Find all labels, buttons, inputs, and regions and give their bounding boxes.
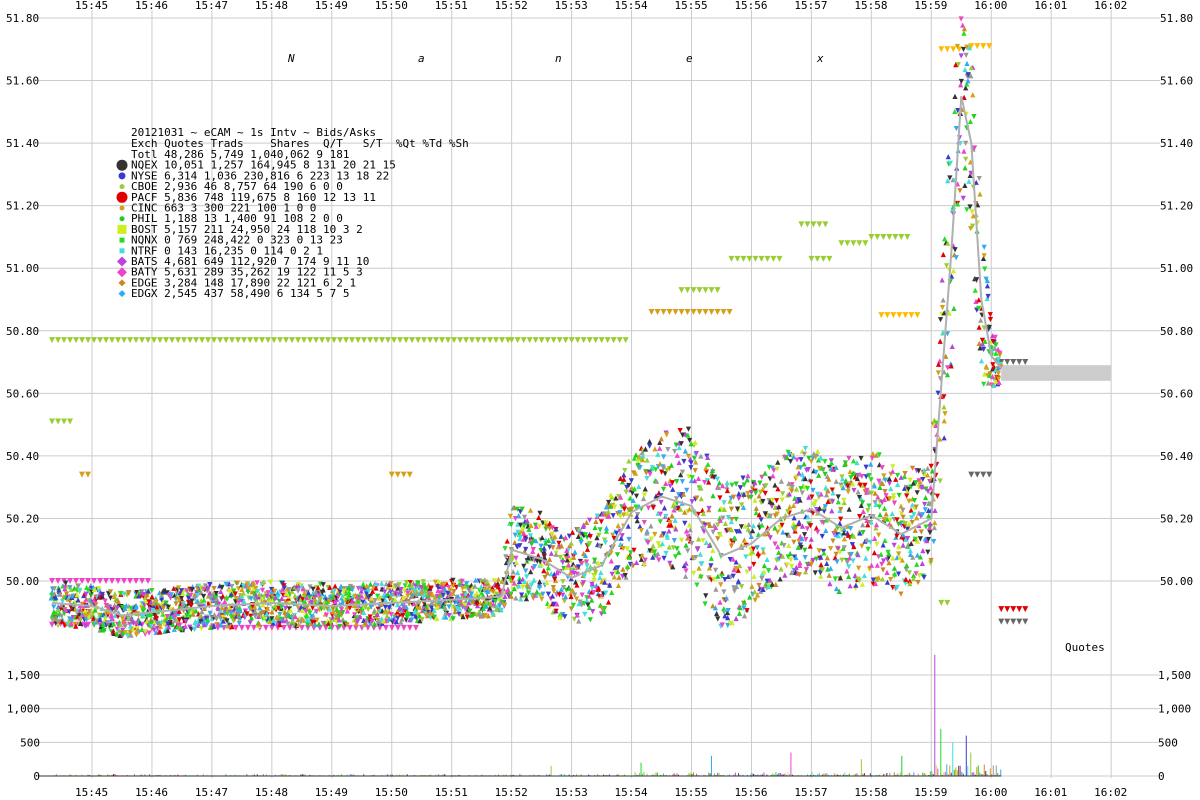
- price-tick-label-right: 51.60: [1160, 75, 1193, 88]
- x-tick-label-top: 16:02: [1094, 0, 1127, 12]
- watermark-letter: a: [418, 52, 425, 65]
- quote-chart: Na n e x 15:45 15:45 15:46 15:46 15:47 15:47 15:4…: [0, 0, 1200, 800]
- legend-marker: [119, 184, 125, 190]
- watermark-letter: e: [686, 52, 693, 65]
- x-tick-label-bottom: 15:52: [495, 786, 528, 799]
- x-tick-label-bottom: 15:49: [315, 786, 348, 799]
- legend-marker: [116, 159, 128, 171]
- x-tick-label-top: 15:52: [495, 0, 528, 12]
- legend-marker: [119, 205, 125, 211]
- x-tick-label-top: 16:01: [1034, 0, 1067, 12]
- x-tick-label-top: 15:57: [794, 0, 827, 12]
- legend-marker: [117, 224, 127, 234]
- x-tick-label-bottom: 15:51: [435, 786, 468, 799]
- price-tick-label-left: 51.20: [6, 200, 39, 213]
- legend-marker: [119, 216, 125, 222]
- x-tick-label-bottom: 15:59: [914, 786, 947, 799]
- x-tick-label-top: 15:54: [615, 0, 648, 12]
- x-tick-label-bottom: 16:00: [974, 786, 1007, 799]
- x-tick-label-top: 15:50: [375, 0, 408, 12]
- watermark-letter: x: [816, 52, 824, 65]
- price-tick-label-right: 50.60: [1160, 387, 1193, 400]
- x-tick-label-top: 15:59: [914, 0, 947, 12]
- price-tick-label-right: 50.80: [1160, 325, 1193, 338]
- price-tick-label-left: 51.80: [6, 12, 39, 25]
- chart-background: [0, 0, 1200, 800]
- x-tick-label-top: 15:58: [854, 0, 887, 12]
- panel-label-quotes: Quotes: [1065, 641, 1105, 654]
- x-tick-label-bottom: 15:53: [555, 786, 588, 799]
- price-tick-label-left: 51.00: [6, 262, 39, 275]
- x-tick-label-bottom: 16:02: [1094, 786, 1127, 799]
- x-tick-label-top: 15:53: [555, 0, 588, 12]
- x-tick-label-top: 15:47: [195, 0, 228, 12]
- x-tick-label-top: 16:00: [974, 0, 1007, 12]
- x-tick-label-top: 15:56: [734, 0, 767, 12]
- volume-tick-label-left: 1,000: [7, 703, 40, 716]
- volume-tick-label-right: 500: [1158, 736, 1178, 749]
- x-tick-label-top: 15:55: [675, 0, 708, 12]
- volume-tick-label-left: 500: [20, 736, 40, 749]
- x-tick-label-bottom: 15:46: [135, 786, 168, 799]
- legend-row-text: EDGX 2,545 437 58,490 6 134 5 7 5: [131, 287, 350, 300]
- x-tick-label-bottom: 15:54: [615, 786, 648, 799]
- x-tick-label-top: 15:46: [135, 0, 168, 12]
- watermark-letter: n: [555, 52, 562, 65]
- x-tick-label-bottom: 15:58: [854, 786, 887, 799]
- price-tick-label-left: 50.80: [6, 325, 39, 338]
- volume-tick-label-left: 0: [33, 770, 40, 783]
- x-tick-label-bottom: 15:55: [675, 786, 708, 799]
- x-tick-label-bottom: 16:01: [1034, 786, 1067, 799]
- x-tick-label-bottom: 15:48: [255, 786, 288, 799]
- legend-marker: [118, 172, 126, 180]
- volume-tick-label-right: 0: [1158, 770, 1165, 783]
- x-tick-label-bottom: 15:56: [734, 786, 767, 799]
- price-tick-label-left: 50.20: [6, 512, 39, 525]
- x-tick-label-top: 15:49: [315, 0, 348, 12]
- price-tick-label-right: 50.40: [1160, 450, 1193, 463]
- price-tick-label-right: 51.00: [1160, 262, 1193, 275]
- watermark-letter: N: [287, 52, 295, 65]
- legend-row: EDGX 2,545 437 58,490 6 134 5 7 5: [118, 287, 350, 300]
- price-tick-label-right: 51.20: [1160, 200, 1193, 213]
- x-tick-label-bottom: 15:47: [195, 786, 228, 799]
- price-tick-label-left: 51.40: [6, 137, 39, 150]
- volume-tick-label-right: 1,500: [1158, 669, 1191, 682]
- price-tick-label-left: 50.40: [6, 450, 39, 463]
- volume-tick-label-left: 1,500: [7, 669, 40, 682]
- outlier-quote-row: [49, 337, 512, 344]
- closing-quote-bar: [1001, 365, 1112, 381]
- price-tick-label-right: 51.80: [1160, 12, 1193, 25]
- price-tick-label-left: 51.60: [6, 75, 39, 88]
- price-tick-label-left: 50.60: [6, 387, 39, 400]
- legend-marker: [119, 248, 125, 254]
- volume-tick-label-right: 1,000: [1158, 703, 1191, 716]
- price-tick-label-right: 51.40: [1160, 137, 1193, 150]
- x-tick-label-top: 15:51: [435, 0, 468, 12]
- x-tick-label-bottom: 15:57: [794, 786, 827, 799]
- x-tick-label-bottom: 15:50: [375, 786, 408, 799]
- x-tick-label-top: 15:48: [255, 0, 288, 12]
- legend-marker: [119, 237, 125, 243]
- legend-marker: [116, 191, 128, 203]
- x-tick-label-top: 15:45: [75, 0, 108, 12]
- price-tick-label-right: 50.20: [1160, 512, 1193, 525]
- price-tick-label-left: 50.00: [6, 575, 39, 588]
- x-tick-label-bottom: 15:45: [75, 786, 108, 799]
- price-tick-label-right: 50.00: [1160, 575, 1193, 588]
